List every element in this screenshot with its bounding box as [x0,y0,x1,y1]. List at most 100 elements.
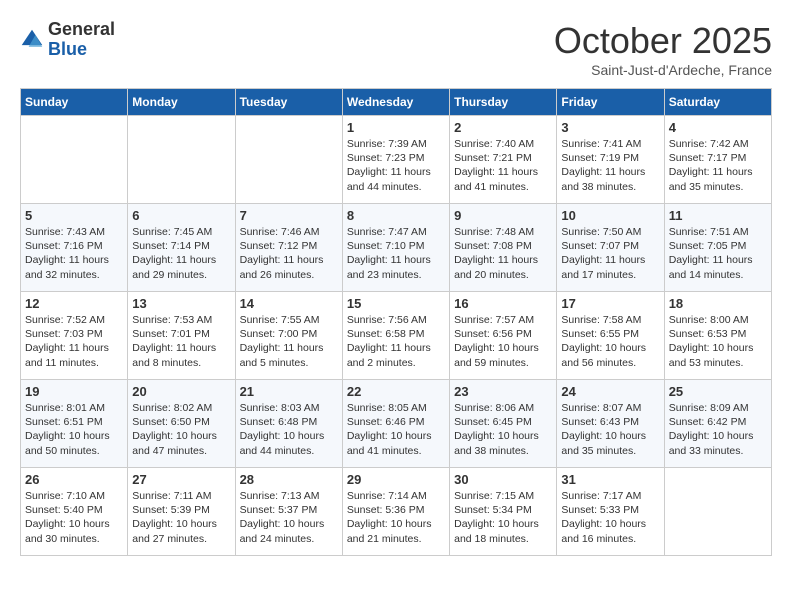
day-header-wednesday: Wednesday [342,89,449,116]
day-number: 18 [669,296,767,311]
day-number: 7 [240,208,338,223]
day-number: 3 [561,120,659,135]
day-info: Sunrise: 7:43 AMSunset: 7:16 PMDaylight:… [25,225,123,282]
calendar-cell: 10 Sunrise: 7:50 AMSunset: 7:07 PMDayligh… [557,204,664,292]
calendar-cell: 18 Sunrise: 8:00 AMSunset: 6:53 PMDayligh… [664,292,771,380]
calendar-cell: 27Sunrise: 7:11 AMSunset: 5:39 PMDayligh… [128,468,235,556]
calendar-cell: 16Sunrise: 7:57 AMSunset: 6:56 PMDayligh… [450,292,557,380]
day-info: Sunrise: 7:40 AMSunset: 7:21 PMDaylight:… [454,137,552,194]
day-header-friday: Friday [557,89,664,116]
day-info: Sunrise: 7:46 AMSunset: 7:12 PMDaylight:… [240,225,338,282]
page-header: General Blue October 2025 Saint-Just-d'A… [20,20,772,78]
day-number: 20 [132,384,230,399]
day-number: 10 [561,208,659,223]
calendar-cell: 7 Sunrise: 7:46 AMSunset: 7:12 PMDaylight… [235,204,342,292]
day-info: Sunrise: 7:52 AMSunset: 7:03 PMDaylight:… [25,313,123,370]
day-info: Sunrise: 7:45 AMSunset: 7:14 PMDaylight:… [132,225,230,282]
calendar-cell: 14Sunrise: 7:55 AMSunset: 7:00 PMDayligh… [235,292,342,380]
day-number: 8 [347,208,445,223]
month-title: October 2025 [554,20,772,62]
calendar-cell: 29Sunrise: 7:14 AMSunset: 5:36 PMDayligh… [342,468,449,556]
calendar-cell: 24 Sunrise: 8:07 AMSunset: 6:43 PMDayligh… [557,380,664,468]
day-info: Sunrise: 7:17 AMSunset: 5:33 PMDaylight:… [561,489,659,546]
day-info: Sunrise: 7:50 AMSunset: 7:07 PMDaylight:… [561,225,659,282]
calendar-week-2: 5 Sunrise: 7:43 AMSunset: 7:16 PMDaylight… [21,204,772,292]
day-number: 4 [669,120,767,135]
day-header-sunday: Sunday [21,89,128,116]
day-info: Sunrise: 7:39 AMSunset: 7:23 PMDaylight:… [347,137,445,194]
day-number: 28 [240,472,338,487]
logo: General Blue [20,20,115,60]
calendar-cell: 22 Sunrise: 8:05 AMSunset: 6:46 PMDayligh… [342,380,449,468]
day-number: 25 [669,384,767,399]
day-number: 6 [132,208,230,223]
calendar-cell: 6 Sunrise: 7:45 AMSunset: 7:14 PMDaylight… [128,204,235,292]
day-number: 2 [454,120,552,135]
calendar-cell: 8Sunrise: 7:47 AMSunset: 7:10 PMDaylight… [342,204,449,292]
calendar-table: SundayMondayTuesdayWednesdayThursdayFrid… [20,88,772,556]
day-info: Sunrise: 8:00 AMSunset: 6:53 PMDaylight:… [669,313,767,370]
day-info: Sunrise: 7:13 AMSunset: 5:37 PMDaylight:… [240,489,338,546]
day-info: Sunrise: 8:05 AMSunset: 6:46 PMDaylight:… [347,401,445,458]
calendar-cell: 25Sunrise: 8:09 AMSunset: 6:42 PMDayligh… [664,380,771,468]
calendar-cell: 28 Sunrise: 7:13 AMSunset: 5:37 PMDayligh… [235,468,342,556]
day-info: Sunrise: 7:42 AMSunset: 7:17 PMDaylight:… [669,137,767,194]
day-header-saturday: Saturday [664,89,771,116]
day-number: 15 [347,296,445,311]
day-number: 24 [561,384,659,399]
calendar-cell: 11 Sunrise: 7:51 AMSunset: 7:05 PMDayligh… [664,204,771,292]
calendar-cell: 13 Sunrise: 7:53 AMSunset: 7:01 PMDayligh… [128,292,235,380]
day-info: Sunrise: 7:14 AMSunset: 5:36 PMDaylight:… [347,489,445,546]
day-info: Sunrise: 7:58 AMSunset: 6:55 PMDaylight:… [561,313,659,370]
day-info: Sunrise: 8:02 AMSunset: 6:50 PMDaylight:… [132,401,230,458]
day-number: 23 [454,384,552,399]
calendar-week-4: 19 Sunrise: 8:01 AMSunset: 6:51 PMDayligh… [21,380,772,468]
calendar-cell: 30 Sunrise: 7:15 AMSunset: 5:34 PMDayligh… [450,468,557,556]
day-number: 1 [347,120,445,135]
calendar-cell: 9 Sunrise: 7:48 AMSunset: 7:08 PMDaylight… [450,204,557,292]
calendar-cell: 15 Sunrise: 7:56 AMSunset: 6:58 PMDayligh… [342,292,449,380]
calendar-cell: 31Sunrise: 7:17 AMSunset: 5:33 PMDayligh… [557,468,664,556]
day-info: Sunrise: 7:11 AMSunset: 5:39 PMDaylight:… [132,489,230,546]
day-info: Sunrise: 8:06 AMSunset: 6:45 PMDaylight:… [454,401,552,458]
day-info: Sunrise: 7:15 AMSunset: 5:34 PMDaylight:… [454,489,552,546]
day-info: Sunrise: 8:01 AMSunset: 6:51 PMDaylight:… [25,401,123,458]
day-info: Sunrise: 8:07 AMSunset: 6:43 PMDaylight:… [561,401,659,458]
day-info: Sunrise: 7:53 AMSunset: 7:01 PMDaylight:… [132,313,230,370]
day-number: 16 [454,296,552,311]
calendar-cell: 21Sunrise: 8:03 AMSunset: 6:48 PMDayligh… [235,380,342,468]
day-header-tuesday: Tuesday [235,89,342,116]
location-subtitle: Saint-Just-d'Ardeche, France [554,62,772,78]
calendar-week-1: 1 Sunrise: 7:39 AMSunset: 7:23 PMDaylight… [21,116,772,204]
day-number: 5 [25,208,123,223]
day-number: 13 [132,296,230,311]
calendar-cell [664,468,771,556]
calendar-week-3: 12Sunrise: 7:52 AMSunset: 7:03 PMDayligh… [21,292,772,380]
day-info: Sunrise: 7:41 AMSunset: 7:19 PMDaylight:… [561,137,659,194]
day-number: 30 [454,472,552,487]
logo-general-text: General [48,19,115,39]
day-info: Sunrise: 7:48 AMSunset: 7:08 PMDaylight:… [454,225,552,282]
calendar-cell: 12Sunrise: 7:52 AMSunset: 7:03 PMDayligh… [21,292,128,380]
day-info: Sunrise: 7:56 AMSunset: 6:58 PMDaylight:… [347,313,445,370]
day-info: Sunrise: 7:55 AMSunset: 7:00 PMDaylight:… [240,313,338,370]
day-number: 11 [669,208,767,223]
calendar-cell: 5 Sunrise: 7:43 AMSunset: 7:16 PMDaylight… [21,204,128,292]
day-number: 26 [25,472,123,487]
day-info: Sunrise: 7:10 AMSunset: 5:40 PMDaylight:… [25,489,123,546]
calendar-cell: 3 Sunrise: 7:41 AMSunset: 7:19 PMDaylight… [557,116,664,204]
day-info: Sunrise: 7:51 AMSunset: 7:05 PMDaylight:… [669,225,767,282]
day-number: 9 [454,208,552,223]
day-number: 17 [561,296,659,311]
logo-icon [20,28,44,52]
calendar-cell [21,116,128,204]
day-number: 22 [347,384,445,399]
logo-blue-text: Blue [48,39,87,59]
day-number: 19 [25,384,123,399]
calendar-cell: 23 Sunrise: 8:06 AMSunset: 6:45 PMDayligh… [450,380,557,468]
day-info: Sunrise: 8:03 AMSunset: 6:48 PMDaylight:… [240,401,338,458]
day-header-thursday: Thursday [450,89,557,116]
calendar-header-row: SundayMondayTuesdayWednesdayThursdayFrid… [21,89,772,116]
calendar-cell: 20 Sunrise: 8:02 AMSunset: 6:50 PMDayligh… [128,380,235,468]
calendar-cell [128,116,235,204]
